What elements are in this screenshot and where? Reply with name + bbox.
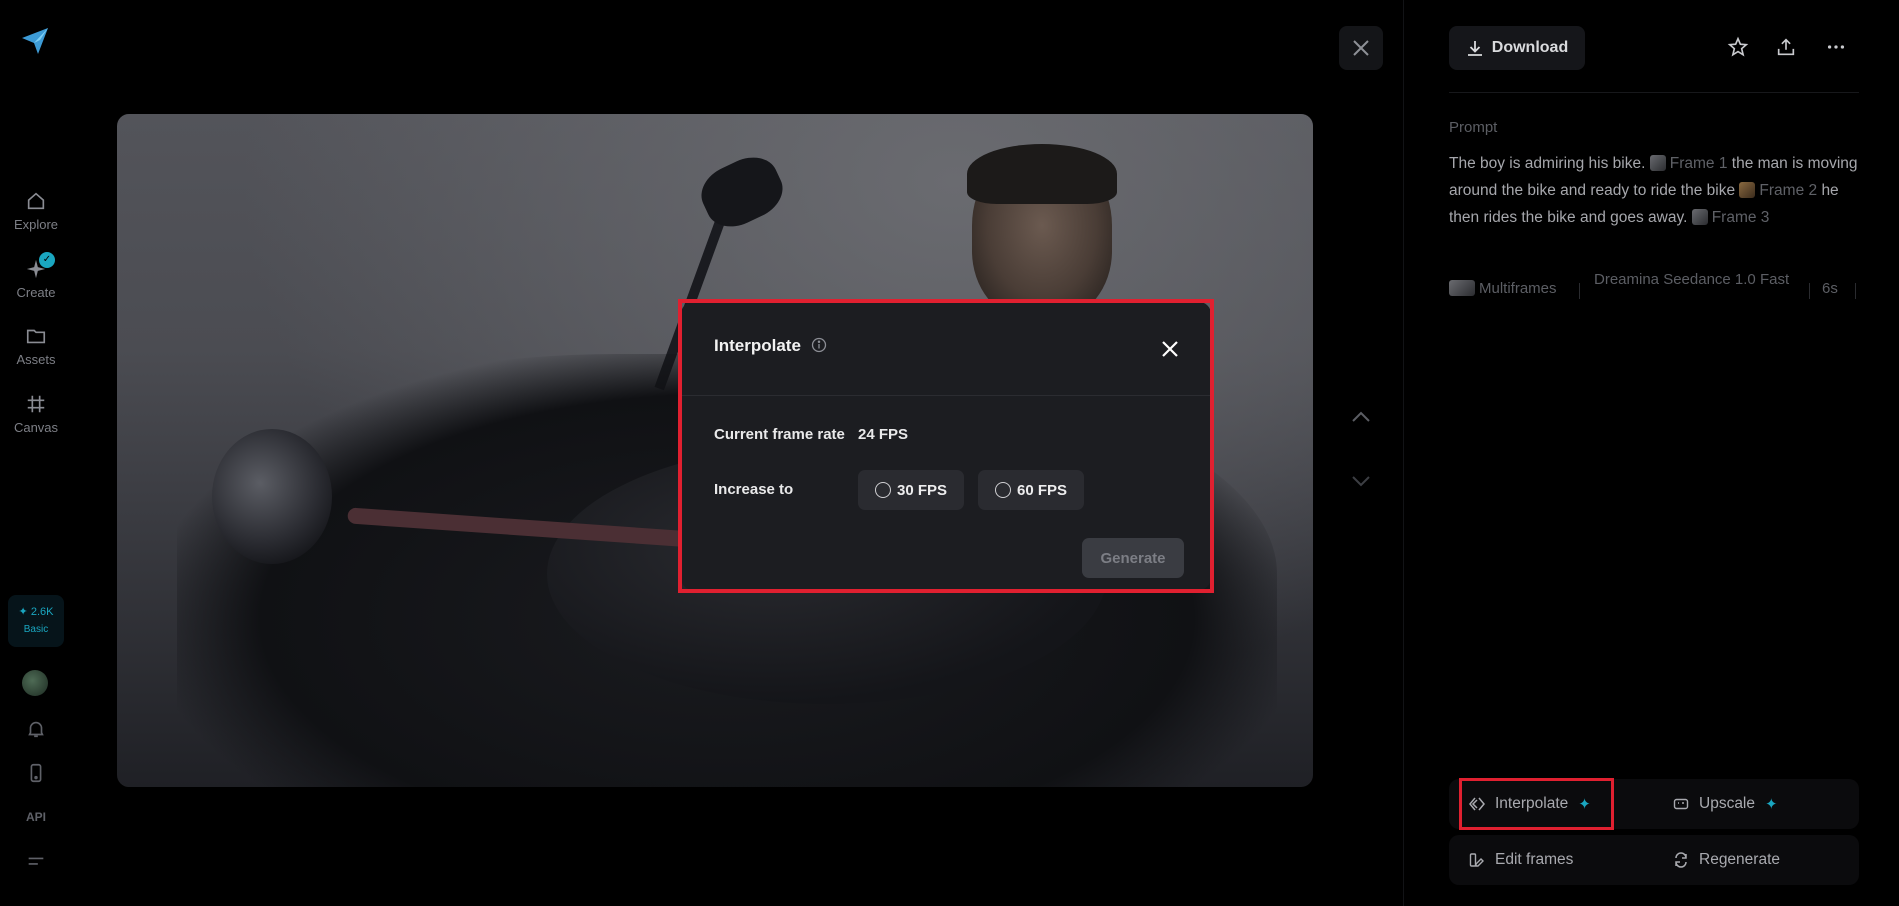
canvas-icon	[27, 395, 45, 413]
credits-count: ✦ 2.6K	[18, 606, 54, 618]
action-row-2: Edit frames Regenerate	[1449, 835, 1859, 885]
menu-icon[interactable]	[25, 852, 47, 874]
edit-frames-button[interactable]: Edit frames	[1469, 835, 1573, 885]
dialog-title: Interpolate	[714, 336, 801, 355]
sidebar-item-label: Assets	[16, 352, 56, 367]
radio-icon	[994, 482, 1011, 498]
upscale-button[interactable]: Upscale ✦	[1673, 779, 1778, 829]
left-sidebar: Explore ✓ Create Assets Canvas ✦ 2.6K Ba…	[0, 0, 72, 906]
interpolate-button[interactable]: Interpolate ✦	[1469, 779, 1591, 829]
action-label: Upscale	[1699, 795, 1755, 812]
download-icon	[1467, 41, 1482, 56]
bell-icon[interactable]	[25, 718, 47, 740]
check-badge-icon: ✓	[39, 252, 55, 268]
edit-frames-icon	[1469, 853, 1484, 867]
dialog-header: Interpolate	[681, 302, 1211, 396]
action-row-1: Interpolate ✦ Upscale ✦	[1449, 779, 1859, 829]
fps-option-30[interactable]: 30 FPS	[858, 470, 964, 510]
fps-option-label: 30 FPS	[896, 481, 948, 499]
close-icon	[1353, 40, 1369, 56]
sidebar-item-label: Canvas	[13, 420, 59, 435]
frame-chip-3[interactable]: Frame 3	[1691, 209, 1769, 226]
home-icon	[27, 192, 45, 210]
chevron-down-icon[interactable]	[1349, 472, 1373, 490]
folder-icon	[26, 329, 46, 344]
frame-chip-1[interactable]: Frame 1	[1649, 155, 1727, 172]
avatar[interactable]	[22, 670, 48, 696]
interpolate-dialog: Interpolate Current frame rate 24 FPS In…	[681, 302, 1211, 590]
api-link[interactable]: API	[0, 810, 72, 824]
duration-value: 6s	[1822, 280, 1838, 297]
sidebar-item-label: Explore	[13, 217, 59, 232]
action-label: Edit frames	[1495, 851, 1574, 868]
chevron-up-icon[interactable]	[1349, 408, 1373, 426]
sidebar-item-explore[interactable]: Explore	[0, 190, 72, 232]
increase-to-label: Increase to	[714, 481, 794, 498]
frame-thumbnail	[1739, 182, 1756, 198]
upscale-icon	[1673, 798, 1689, 810]
panel-divider	[1449, 92, 1859, 93]
download-label: Download	[1491, 39, 1569, 56]
model-name: Dreamina Seedance 1.0 Fast	[1594, 271, 1790, 288]
fps-option-label: 60 FPS	[1016, 481, 1068, 499]
sparkle-icon: ✦	[1765, 796, 1778, 813]
current-frame-rate-label: Current frame rate	[714, 426, 845, 443]
download-button[interactable]: Download	[1449, 26, 1585, 70]
fps-option-60[interactable]: 60 FPS	[978, 470, 1084, 510]
sidebar-item-create[interactable]: ✓ Create	[0, 252, 72, 300]
action-label: Regenerate	[1699, 851, 1781, 868]
info-icon[interactable]	[811, 337, 827, 353]
interpolate-icon	[1469, 797, 1485, 811]
frame-chip-2[interactable]: Frame 2	[1739, 182, 1817, 199]
action-label: Interpolate	[1495, 795, 1569, 812]
plan-label: Basic	[23, 624, 49, 635]
regenerate-button[interactable]: Regenerate	[1673, 835, 1780, 885]
mode-thumbnail	[1449, 280, 1475, 296]
frame-thumbnail	[1649, 155, 1666, 171]
close-dialog-button[interactable]	[1159, 338, 1181, 360]
radio-icon	[874, 482, 891, 498]
prompt-text: The boy is admiring his bike. Frame 1 th…	[1449, 150, 1859, 231]
generate-button[interactable]: Generate	[1082, 538, 1184, 578]
regenerate-icon	[1675, 852, 1687, 868]
mobile-icon[interactable]	[25, 762, 47, 784]
more-options-icon[interactable]	[1825, 36, 1847, 58]
prompt-segment: The boy is admiring his bike.	[1449, 155, 1646, 172]
app-logo-icon[interactable]	[18, 24, 52, 58]
star-icon[interactable]	[1727, 36, 1749, 58]
close-viewer-button[interactable]	[1339, 26, 1383, 70]
sidebar-item-assets[interactable]: Assets	[0, 325, 72, 367]
sidebar-item-canvas[interactable]: Canvas	[0, 393, 72, 435]
mode-tag: Multiframes	[1449, 280, 1557, 297]
generation-meta: Multiframes Dreamina Seedance 1.0 Fast 6…	[1449, 265, 1869, 315]
frame-thumbnail	[1691, 209, 1708, 225]
sparkle-icon: ✦	[1578, 796, 1591, 813]
credits-badge[interactable]: ✦ 2.6K Basic	[8, 595, 64, 647]
current-frame-rate-value: 24 FPS	[858, 426, 909, 443]
sidebar-item-label: Create	[16, 285, 56, 300]
share-icon[interactable]	[1775, 36, 1797, 58]
prompt-heading: Prompt	[1449, 119, 1498, 136]
